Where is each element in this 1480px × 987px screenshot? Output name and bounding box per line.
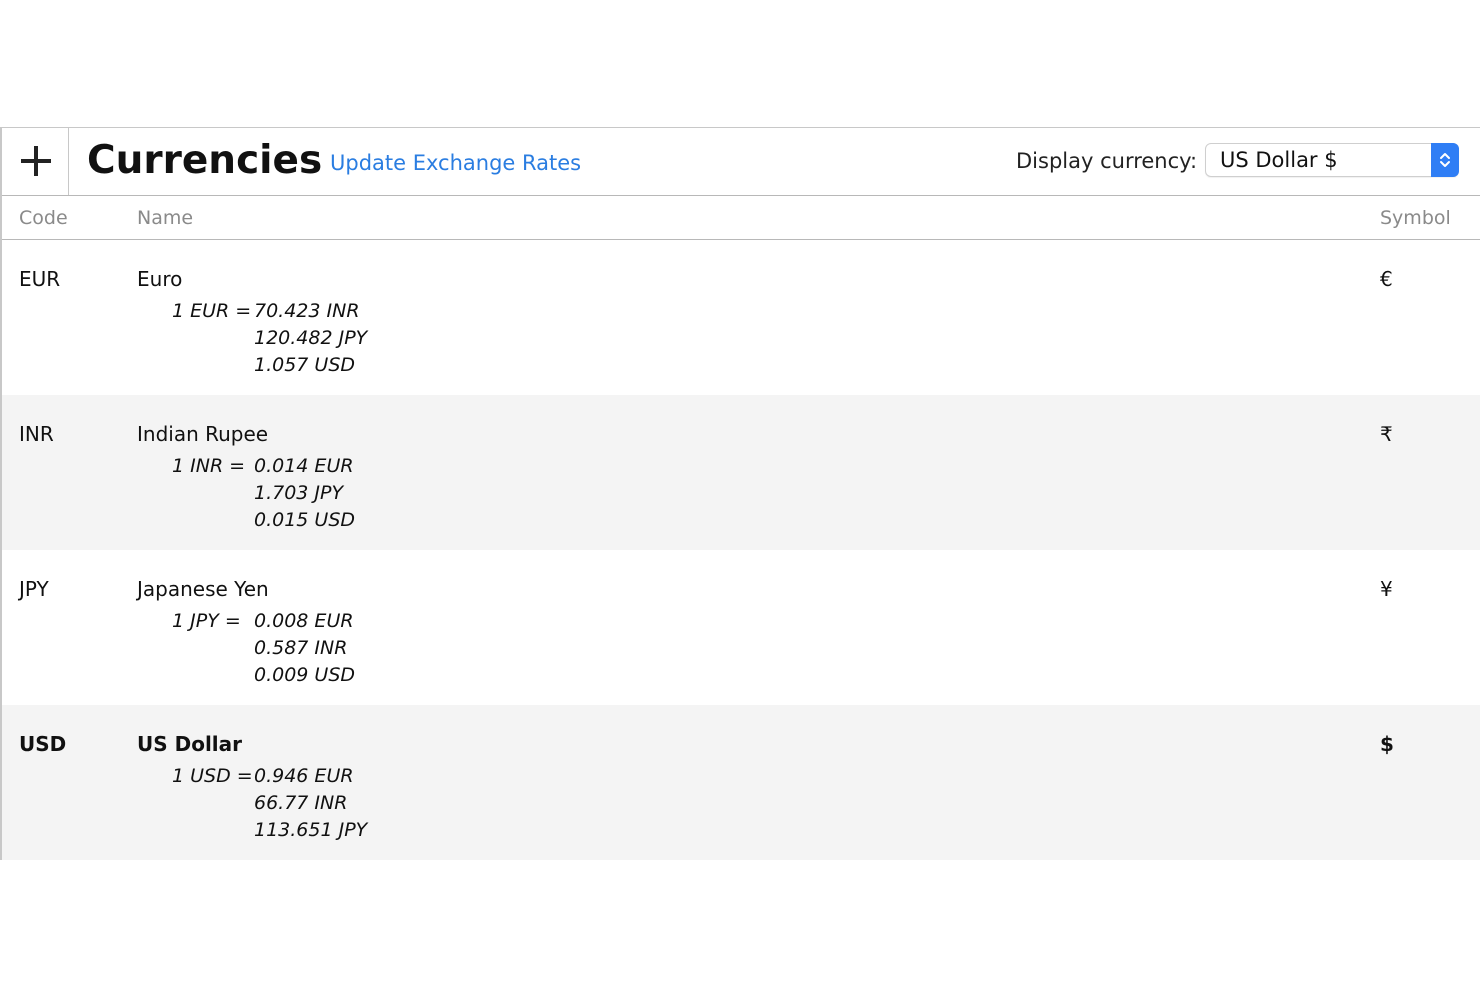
rate-value: 0.015 USD bbox=[254, 509, 356, 531]
rate-lead: 1 USD = bbox=[172, 765, 253, 787]
rate-value: 113.651 JPY bbox=[254, 819, 368, 841]
currency-symbol: € bbox=[1380, 267, 1393, 291]
table-row-display-currency[interactable]: USD US Dollar $ 1 USD = 0.946 EUR 66.77 … bbox=[2, 705, 1480, 860]
currency-code: USD bbox=[19, 732, 67, 756]
update-exchange-rates-link[interactable]: Update Exchange Rates bbox=[330, 149, 581, 177]
toolbar: Currencies Update Exchange Rates Display… bbox=[2, 128, 1480, 196]
column-header-symbol[interactable]: Symbol bbox=[1380, 206, 1451, 230]
rate-lead: 1 JPY = bbox=[172, 610, 241, 632]
display-currency-label: Display currency: bbox=[1016, 149, 1198, 173]
currency-symbol: ¥ bbox=[1380, 577, 1393, 601]
rate-value: 0.946 EUR bbox=[254, 765, 354, 787]
rate-value: 0.587 INR bbox=[254, 637, 348, 659]
currency-code: EUR bbox=[19, 267, 61, 291]
rate-value: 66.77 INR bbox=[254, 792, 348, 814]
currency-symbol: ₹ bbox=[1380, 422, 1393, 446]
rate-value: 0.009 USD bbox=[254, 664, 356, 686]
rate-value: 1.057 USD bbox=[254, 354, 356, 376]
rate-lead: 1 EUR = bbox=[172, 300, 252, 322]
column-header-code[interactable]: Code bbox=[19, 206, 68, 230]
currency-name: Indian Rupee bbox=[137, 422, 269, 446]
add-currency-button[interactable] bbox=[2, 128, 69, 195]
currency-code: JPY bbox=[19, 577, 49, 601]
currency-name: Euro bbox=[137, 267, 183, 291]
rate-lead: 1 INR = bbox=[172, 455, 246, 477]
rate-value: 120.482 JPY bbox=[254, 327, 368, 349]
display-currency-select[interactable]: US Dollar $ bbox=[1205, 143, 1459, 177]
rate-value: 0.014 EUR bbox=[254, 455, 354, 477]
currency-symbol: $ bbox=[1380, 732, 1394, 756]
currency-table-body: EUR Euro € 1 EUR = 70.423 INR 120.482 JP… bbox=[2, 240, 1480, 860]
currency-code: INR bbox=[19, 422, 54, 446]
display-currency-value: US Dollar $ bbox=[1220, 148, 1338, 172]
currency-name: Japanese Yen bbox=[137, 577, 269, 601]
column-header-name[interactable]: Name bbox=[137, 206, 193, 230]
table-row[interactable]: INR Indian Rupee ₹ 1 INR = 0.014 EUR 1.7… bbox=[2, 395, 1480, 550]
rate-value: 70.423 INR bbox=[254, 300, 360, 322]
currency-name: US Dollar bbox=[137, 732, 243, 756]
table-row[interactable]: EUR Euro € 1 EUR = 70.423 INR 120.482 JP… bbox=[2, 240, 1480, 395]
page-title: Currencies bbox=[87, 138, 323, 183]
chevron-up-down-icon bbox=[1431, 143, 1459, 177]
rate-value: 0.008 EUR bbox=[254, 610, 354, 632]
rate-value: 1.703 JPY bbox=[254, 482, 344, 504]
table-header: Code Name Symbol bbox=[2, 196, 1480, 240]
currencies-panel: Currencies Update Exchange Rates Display… bbox=[0, 127, 1480, 860]
table-row[interactable]: JPY Japanese Yen ¥ 1 JPY = 0.008 EUR 0.5… bbox=[2, 550, 1480, 705]
